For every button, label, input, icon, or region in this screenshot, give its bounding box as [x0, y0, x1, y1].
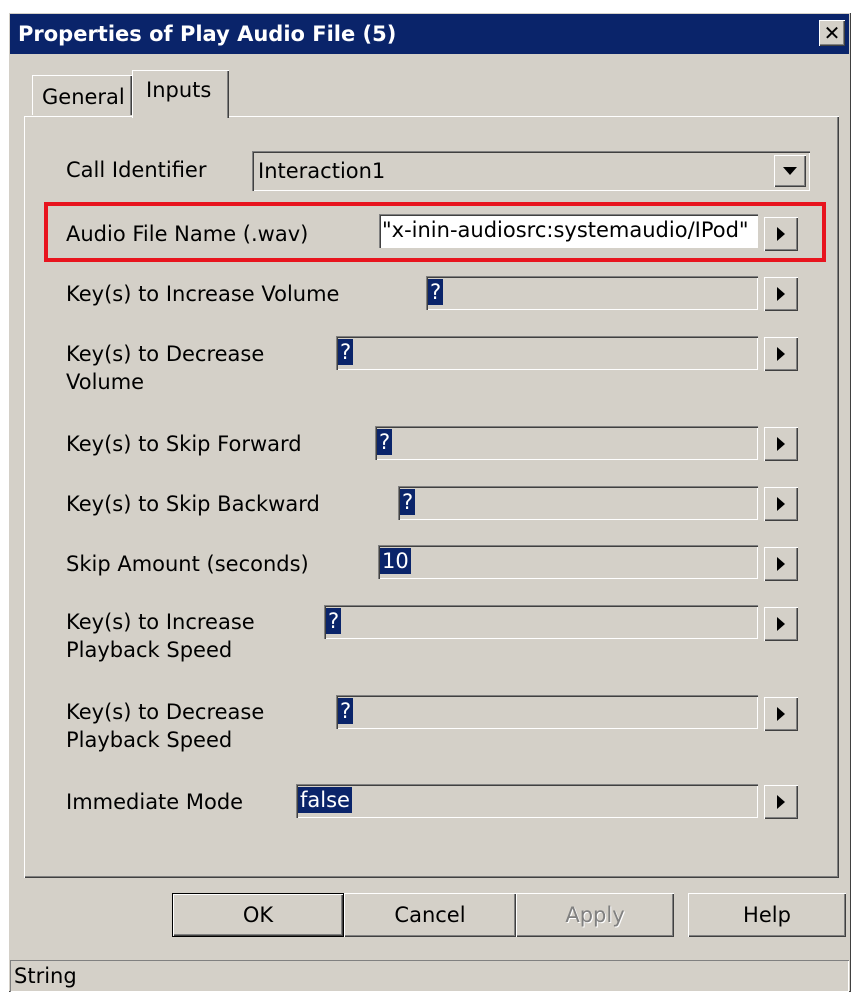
skip-amount-input[interactable]: 10	[378, 545, 758, 579]
tab-general[interactable]: General	[32, 75, 132, 115]
decrease-speed-label-line1: Key(s) to Decrease	[66, 700, 265, 724]
tab-general-label: General	[42, 85, 125, 109]
increase-speed-value: ?	[326, 608, 342, 634]
skip-backward-expand-button[interactable]	[764, 487, 798, 521]
help-button[interactable]: Help	[688, 893, 846, 937]
skip-amount-label: Skip Amount (seconds)	[66, 552, 309, 576]
tab-inputs[interactable]: Inputs	[132, 70, 229, 118]
skip-forward-input[interactable]: ?	[375, 426, 758, 460]
decrease-speed-expand-button[interactable]	[764, 697, 798, 731]
skip-forward-value: ?	[377, 429, 393, 455]
skip-forward-label: Key(s) to Skip Forward	[66, 432, 302, 456]
increase-speed-label-line2: Playback Speed	[66, 638, 233, 662]
decrease-volume-expand-button[interactable]	[764, 337, 798, 371]
call-identifier-label: Call Identifier	[66, 158, 207, 182]
chevron-down-icon[interactable]	[774, 155, 806, 187]
window-title: Properties of Play Audio File (5)	[18, 22, 397, 46]
increase-speed-label-line1: Key(s) to Increase	[66, 610, 255, 634]
immediate-mode-label: Immediate Mode	[66, 790, 244, 814]
apply-button[interactable]: Apply	[516, 893, 674, 937]
title-bar[interactable]: Properties of Play Audio File (5) ✕	[10, 14, 849, 54]
skip-amount-value: 10	[380, 548, 411, 574]
decrease-volume-input[interactable]: ?	[336, 336, 758, 370]
increase-volume-expand-button[interactable]	[764, 277, 798, 311]
immediate-mode-input[interactable]: false	[296, 784, 758, 818]
status-text: String	[14, 964, 77, 988]
skip-forward-expand-button[interactable]	[764, 427, 798, 461]
immediate-mode-value: false	[298, 787, 352, 813]
audio-file-name-label: Audio File Name (.wav)	[66, 222, 309, 246]
increase-volume-label: Key(s) to Increase Volume	[66, 282, 340, 306]
skip-amount-expand-button[interactable]	[764, 547, 798, 581]
skip-backward-value: ?	[400, 489, 416, 515]
audio-file-name-value: "x-inin-audiosrc:systemaudio/IPod"	[382, 218, 749, 242]
increase-volume-input[interactable]: ?	[426, 276, 758, 310]
decrease-volume-label-line2: Volume	[66, 370, 145, 394]
increase-volume-value: ?	[428, 279, 444, 305]
immediate-mode-expand-button[interactable]	[764, 785, 798, 819]
call-identifier-value: Interaction1	[258, 159, 386, 183]
status-bar: String	[10, 960, 849, 992]
decrease-speed-value: ?	[338, 698, 354, 724]
skip-backward-label: Key(s) to Skip Backward	[66, 492, 320, 516]
decrease-speed-label-line2: Playback Speed	[66, 728, 233, 752]
call-identifier-combobox[interactable]: Interaction1	[252, 151, 810, 191]
ok-button[interactable]: OK	[172, 893, 344, 937]
increase-speed-input[interactable]: ?	[324, 605, 758, 639]
decrease-volume-value: ?	[338, 339, 354, 365]
skip-backward-input[interactable]: ?	[398, 486, 758, 520]
decrease-volume-label-line1: Key(s) to Decrease	[66, 342, 265, 366]
close-icon[interactable]: ✕	[819, 20, 845, 46]
audio-file-name-input[interactable]: "x-inin-audiosrc:systemaudio/IPod"	[379, 214, 758, 248]
cancel-button[interactable]: Cancel	[344, 893, 516, 937]
audio-file-name-expand-button[interactable]	[764, 217, 798, 251]
tab-inputs-label: Inputs	[146, 78, 212, 102]
increase-speed-expand-button[interactable]	[764, 607, 798, 641]
decrease-speed-input[interactable]: ?	[336, 695, 758, 729]
